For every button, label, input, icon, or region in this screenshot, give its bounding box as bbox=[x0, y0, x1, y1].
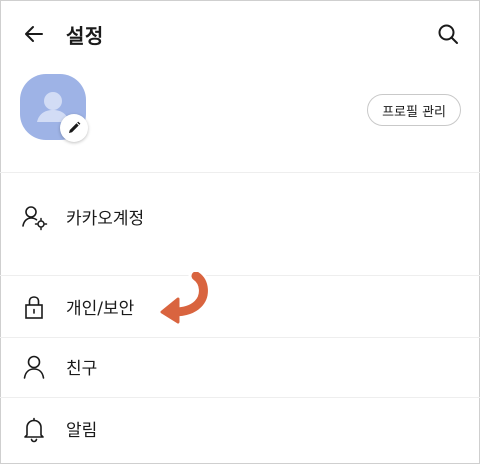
edit-profile-button[interactable] bbox=[60, 114, 88, 142]
divider bbox=[0, 397, 480, 398]
lock-icon bbox=[20, 293, 48, 321]
menu-item-label: 친구 bbox=[66, 359, 98, 379]
pencil-icon bbox=[69, 121, 81, 133]
arrow-left-icon bbox=[25, 26, 43, 42]
divider bbox=[0, 275, 480, 276]
back-button[interactable] bbox=[18, 18, 50, 50]
menu-item-privacy-security[interactable]: 개인/보안 bbox=[0, 278, 480, 334]
bell-icon bbox=[20, 415, 48, 443]
profile-section: 프로필 관리 bbox=[0, 66, 480, 172]
page-title: 설정 bbox=[66, 24, 104, 48]
menu-item-label: 카카오계정 bbox=[66, 209, 145, 229]
menu-item-notifications[interactable]: 알림 bbox=[0, 400, 480, 456]
account-settings-icon bbox=[20, 203, 48, 231]
person-icon bbox=[20, 353, 48, 381]
menu-item-label: 알림 bbox=[66, 421, 98, 441]
profile-manage-button[interactable]: 프로필 관리 bbox=[367, 94, 461, 126]
header: 설정 bbox=[0, 0, 480, 66]
curved-arrow-icon bbox=[157, 272, 211, 326]
divider bbox=[0, 172, 480, 173]
menu-item-label: 개인/보안 bbox=[66, 299, 135, 319]
search-button[interactable] bbox=[432, 18, 464, 50]
menu-item-kakao-account[interactable]: 카카오계정 bbox=[0, 188, 480, 244]
search-icon bbox=[438, 24, 458, 44]
menu-item-friends[interactable]: 친구 bbox=[0, 338, 480, 394]
